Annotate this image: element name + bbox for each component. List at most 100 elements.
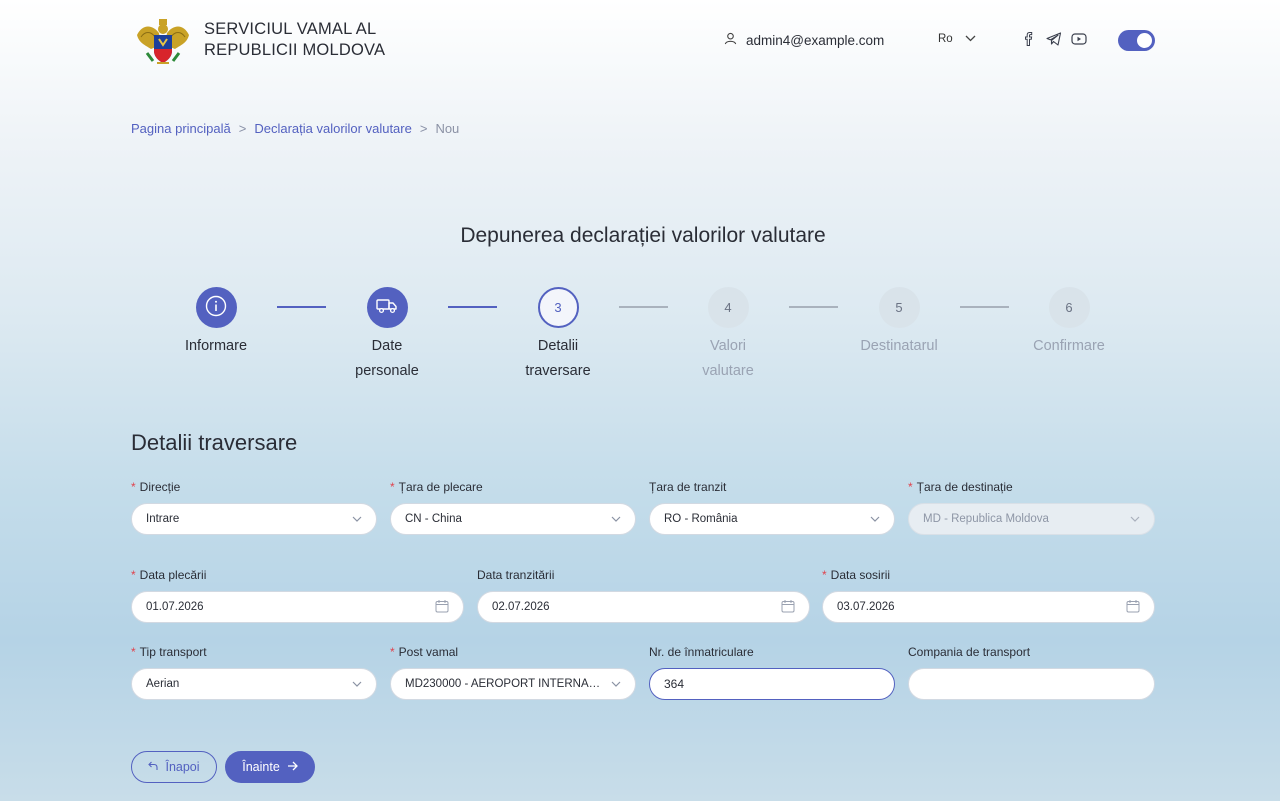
facebook-icon[interactable] [1020, 30, 1037, 47]
step-label-line: Confirmare [1033, 338, 1105, 354]
date-value: 03.07.2026 [837, 601, 895, 613]
user-menu[interactable]: admin4@example.com [724, 32, 884, 48]
user-icon [724, 32, 737, 48]
field-label: * Țara de plecare [390, 480, 636, 496]
chevron-down-icon [870, 513, 880, 525]
return-arrow-icon [148, 760, 159, 774]
youtube-icon[interactable] [1070, 30, 1087, 47]
required-mark: * [131, 568, 136, 582]
directie-select[interactable]: Intrare [131, 503, 377, 535]
field-label: Nr. de înmatriculare [649, 645, 754, 659]
language-selector[interactable]: Ro [938, 33, 976, 45]
section-title: Detalii traversare [131, 430, 298, 455]
field-data-sosirii: * Data sosirii 03.07.2026 [822, 568, 1155, 623]
field-label: * Post vamal [390, 645, 636, 661]
step-label-line: personale [355, 363, 419, 379]
post-vamal-select[interactable]: MD230000 - AEROPORT INTERNAȚIONAL CHIȘIN… [390, 668, 636, 700]
step-label-line: Valori [710, 338, 746, 354]
field-label-text: Post vamal [398, 645, 459, 659]
field-label: * Direcție [131, 480, 377, 496]
step-label-line: Detalii [537, 338, 579, 354]
step-destinatarul: 5 Destinatarul [839, 287, 959, 359]
field-companie-transport: Compania de transport [908, 645, 1155, 700]
brand-line-1: SERVICIUL VAMAL AL [204, 20, 377, 38]
calendar-icon[interactable] [781, 599, 795, 616]
breadcrumb-separator: > [419, 121, 428, 136]
breadcrumb-home[interactable]: Pagina principală [131, 121, 231, 136]
field-label: * Țara de destinație [908, 480, 1155, 496]
back-button[interactable]: Înapoi [131, 751, 217, 783]
step-connector [619, 306, 668, 308]
step-label: Valori valutare [668, 334, 788, 384]
breadcrumb-current: Nou [435, 121, 460, 136]
tip-transport-select[interactable]: Aerian [131, 668, 377, 700]
user-email: admin4@example.com [746, 32, 885, 48]
field-label-text: Direcție [139, 480, 181, 494]
step-label-line: Date [371, 338, 403, 354]
next-button[interactable]: Înainte [225, 751, 315, 783]
telegram-icon[interactable] [1045, 30, 1062, 47]
theme-toggle[interactable] [1118, 30, 1155, 51]
coat-of-arms-logo[interactable] [133, 15, 193, 67]
step-detalii-traversare[interactable]: 3 Detalii traversare [498, 287, 618, 384]
field-tara-plecare: * Țara de plecare CN - China [390, 480, 636, 535]
select-value: Intrare [146, 513, 180, 525]
info-icon [205, 295, 227, 320]
data-tranzitarii-picker[interactable]: 02.07.2026 [477, 591, 810, 623]
breadcrumb-section[interactable]: Declarația valorilor valutare [254, 121, 412, 136]
field-label-text: Țara de plecare [398, 480, 483, 494]
required-mark: * [131, 480, 136, 494]
truck-icon [376, 298, 398, 317]
step-informare[interactable]: Informare [156, 287, 276, 359]
tara-destinatie-select: MD - Republica Moldova [908, 503, 1155, 535]
step-label-line: Informare [184, 338, 248, 354]
select-value: CN - China [405, 513, 462, 525]
select-value: MD230000 - AEROPORT INTERNAȚIONAL CHIȘIN… [405, 678, 603, 690]
chevron-down-icon [611, 678, 621, 690]
data-sosirii-picker[interactable]: 03.07.2026 [822, 591, 1155, 623]
step-label-line: traversare [525, 363, 591, 379]
required-mark: * [390, 645, 395, 659]
select-value: Aerian [146, 678, 180, 690]
data-plecarii-picker[interactable]: 01.07.2026 [131, 591, 464, 623]
chevron-down-icon [352, 678, 362, 690]
date-value: 02.07.2026 [492, 601, 550, 613]
companie-transport-input[interactable] [908, 668, 1155, 700]
calendar-icon[interactable] [435, 599, 449, 616]
field-label: Țara de tranzit [649, 480, 727, 494]
field-label-text: Data plecării [139, 568, 207, 582]
step-circle: 5 [878, 287, 920, 328]
tara-tranzit-select[interactable]: RO - România [649, 503, 895, 535]
required-mark: * [822, 568, 827, 582]
field-label: Data tranzitării [477, 568, 555, 582]
chevron-down-icon [1130, 513, 1140, 525]
nr-inmatriculare-input[interactable]: 364 [649, 668, 895, 700]
field-nr-inmatriculare: Nr. de înmatriculare 364 [649, 645, 895, 700]
field-label: Compania de transport [908, 645, 1031, 659]
step-label: Informare [156, 334, 276, 359]
field-tip-transport: * Tip transport Aerian [131, 645, 377, 700]
field-label: * Data sosirii [822, 568, 1155, 584]
calendar-icon[interactable] [1126, 599, 1140, 616]
field-label: * Data plecării [131, 568, 464, 584]
required-mark: * [131, 645, 136, 659]
next-button-label: Înainte [242, 760, 280, 774]
step-label-line: valutare [702, 363, 754, 379]
step-circle [366, 287, 408, 328]
select-value: RO - România [664, 513, 738, 525]
chevron-down-icon [965, 33, 976, 45]
page-title: Depunerea declarației valorilor valutare [460, 224, 826, 247]
required-mark: * [390, 480, 395, 494]
brand-line-2: REPUBLICII MOLDOVA [204, 41, 386, 59]
step-circle: 4 [707, 287, 749, 328]
social-links [1020, 30, 1087, 47]
chevron-down-icon [611, 513, 621, 525]
step-date-personale[interactable]: Date personale [327, 287, 447, 384]
field-label-text: Țara de destinație [916, 480, 1013, 494]
field-label-text: Tip transport [139, 645, 207, 659]
brand-name[interactable]: SERVICIUL VAMAL AL REPUBLICII MOLDOVA [204, 19, 385, 61]
step-label: Date personale [327, 334, 447, 384]
tara-plecare-select[interactable]: CN - China [390, 503, 636, 535]
field-label: * Tip transport [131, 645, 377, 661]
step-circle: 3 [537, 287, 579, 328]
